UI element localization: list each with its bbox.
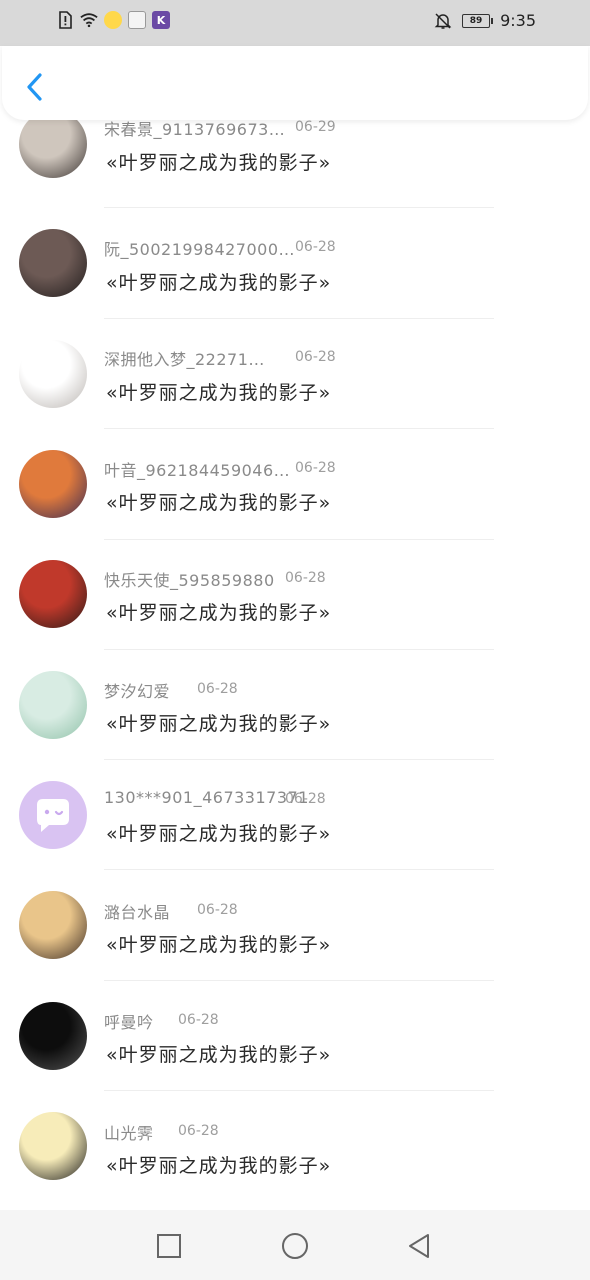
recent-apps-icon [157, 1234, 181, 1258]
comment-date: 06-28 [295, 460, 336, 476]
commenter-name[interactable]: 呼曼吟 [104, 1009, 154, 1033]
status-time: 9:35 [500, 11, 536, 30]
commenter-name[interactable]: 梦汐幻爱 [104, 678, 170, 702]
comment-message[interactable]: «叶罗丽之成为我的影子» [106, 148, 331, 175]
list-item[interactable]: 呼曼吟 06-28 «叶罗丽之成为我的影子» [0, 990, 590, 1100]
avatar[interactable] [19, 671, 87, 739]
divider [104, 980, 494, 981]
divider [104, 869, 494, 870]
list-item[interactable]: 深拥他入梦_22271… 06-28 «叶罗丽之成为我的影子» [0, 330, 590, 440]
bell-off-icon [434, 12, 452, 30]
avatar[interactable] [19, 1002, 87, 1070]
comment-message[interactable]: «叶罗丽之成为我的影子» [106, 930, 331, 957]
list-item[interactable]: 阮_50021998427000… 06-28 «叶罗丽之成为我的影子» [0, 220, 590, 330]
commenter-name[interactable]: 山光霁 [104, 1120, 154, 1144]
chat-bubble-icon [37, 799, 69, 832]
commenter-name[interactable]: 深拥他入梦_22271… [104, 346, 265, 370]
battery-level: 89 [469, 15, 483, 26]
chevron-left-icon [27, 73, 42, 101]
app-icon [128, 11, 146, 29]
comment-date: 06-28 [197, 902, 238, 918]
comment-message[interactable]: «叶罗丽之成为我的影子» [106, 378, 331, 405]
comment-date: 06-28 [178, 1123, 219, 1139]
divider [104, 207, 494, 208]
list-item[interactable]: 梦汐幻爱 06-28 «叶罗丽之成为我的影子» [0, 660, 590, 770]
comment-list[interactable]: 宋春景_9113769673… 06-29 «叶罗丽之成为我的影子» 阮_500… [0, 120, 590, 1210]
comment-date: 06-28 [295, 239, 336, 255]
comment-date: 06-28 [285, 570, 326, 586]
list-item[interactable]: 快乐天使_595859880 06-28 «叶罗丽之成为我的影子» [0, 550, 590, 660]
back-triangle-icon [409, 1234, 429, 1258]
list-item[interactable]: 山光霁 06-28 «叶罗丽之成为我的影子» [0, 1100, 590, 1210]
k-app-icon: K [152, 11, 170, 29]
home-button[interactable] [279, 1230, 311, 1262]
comment-date: 06-29 [295, 120, 336, 135]
status-bar: K 89 9:35 [0, 0, 590, 46]
list-item[interactable]: 130***901_4673317371 06-28 «叶罗丽之成为我的影子» [0, 770, 590, 880]
avatar[interactable] [19, 781, 87, 849]
status-bar-right: 89 9:35 [434, 11, 536, 30]
avatar[interactable] [19, 1112, 87, 1180]
commenter-name[interactable]: 阮_50021998427000… [104, 236, 295, 260]
comment-date: 06-28 [295, 349, 336, 365]
recent-apps-button[interactable] [153, 1230, 185, 1262]
home-icon [282, 1233, 308, 1259]
divider [104, 318, 494, 319]
list-item[interactable]: 潞台水晶 06-28 «叶罗丽之成为我的影子» [0, 880, 590, 990]
comment-date: 06-28 [197, 681, 238, 697]
alert-icon [56, 11, 74, 29]
battery-indicator: 89 [462, 13, 494, 28]
commenter-name[interactable]: 叶音_962184459046… [104, 457, 290, 481]
divider [104, 1090, 494, 1091]
comment-message[interactable]: «叶罗丽之成为我的影子» [106, 488, 331, 515]
commenter-name[interactable]: 快乐天使_595859880 [104, 567, 275, 591]
comment-message[interactable]: «叶罗丽之成为我的影子» [106, 709, 331, 736]
commenter-name[interactable]: 潞台水晶 [104, 899, 170, 923]
comment-date: 06-28 [178, 1012, 219, 1028]
comment-message[interactable]: «叶罗丽之成为我的影子» [106, 819, 331, 846]
avatar[interactable] [19, 229, 87, 297]
comment-message[interactable]: «叶罗丽之成为我的影子» [106, 1040, 331, 1067]
divider [104, 759, 494, 760]
comment-message[interactable]: «叶罗丽之成为我的影子» [106, 268, 331, 295]
commenter-name[interactable]: 130***901_4673317371 [104, 788, 309, 807]
app-icon [104, 11, 122, 29]
nav-back-button[interactable] [404, 1230, 436, 1262]
avatar[interactable] [19, 340, 87, 408]
comment-date: 06-28 [285, 791, 326, 807]
divider [104, 539, 494, 540]
avatar[interactable] [19, 560, 87, 628]
avatar[interactable] [19, 891, 87, 959]
list-item[interactable]: 宋春景_9113769673… 06-29 «叶罗丽之成为我的影子» [0, 120, 590, 220]
list-item[interactable]: 叶音_962184459046… 06-28 «叶罗丽之成为我的影子» [0, 440, 590, 550]
app-header [2, 46, 588, 120]
avatar[interactable] [19, 450, 87, 518]
wifi-icon [80, 11, 98, 29]
divider [104, 428, 494, 429]
system-nav-bar [0, 1210, 590, 1280]
comment-message[interactable]: «叶罗丽之成为我的影子» [106, 598, 331, 625]
comment-message[interactable]: «叶罗丽之成为我的影子» [106, 1151, 331, 1178]
commenter-name[interactable]: 宋春景_9113769673… [104, 120, 285, 140]
avatar[interactable] [19, 120, 87, 178]
divider [104, 649, 494, 650]
back-button[interactable] [20, 70, 50, 104]
status-bar-left: K [56, 11, 170, 29]
